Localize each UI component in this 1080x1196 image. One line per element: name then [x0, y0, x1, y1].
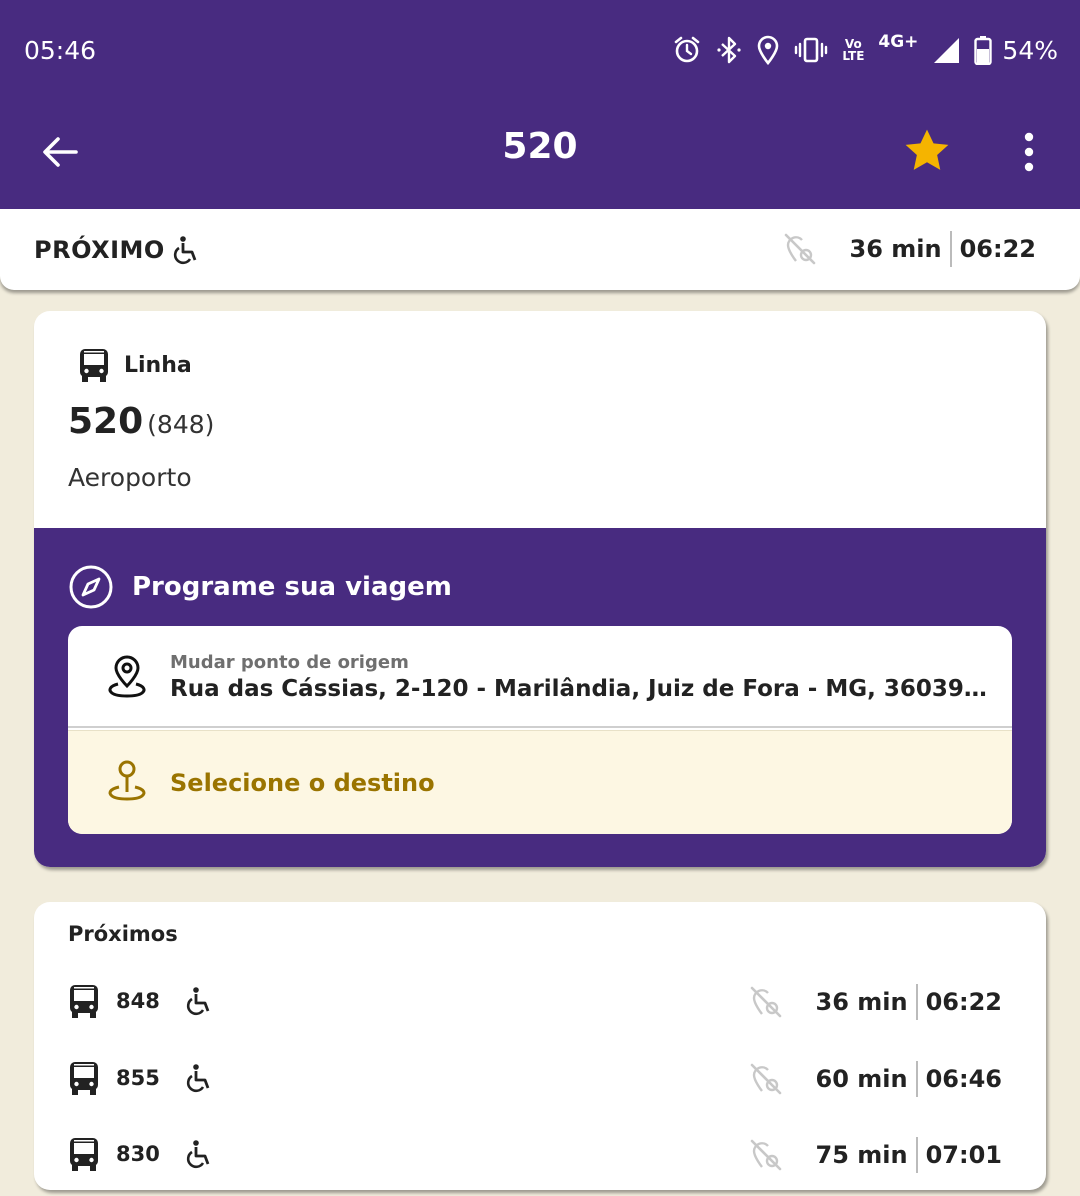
- line-card: Linha 520 (848) Aeroporto Programe sua vi…: [34, 311, 1046, 867]
- vehicle-number: 830: [116, 1142, 160, 1166]
- plan-trip-title: Programe sua viagem: [132, 572, 452, 602]
- app-bar: 520: [0, 100, 1080, 209]
- arrival-time: 06:46: [925, 1065, 1002, 1093]
- destination-prompt: Selecione o destino: [170, 769, 435, 797]
- divider: [915, 984, 918, 1020]
- arrival-time: 07:01: [925, 1141, 1002, 1169]
- more-vert-icon: [1024, 132, 1034, 172]
- next-arrival-strip[interactable]: PRÓXIMO 36 min 06:22: [0, 209, 1080, 290]
- origin-pin-icon: [108, 655, 146, 698]
- no-realtime-icon: [750, 1139, 781, 1171]
- no-realtime-icon: [750, 986, 781, 1018]
- divider: [949, 231, 952, 267]
- upcoming-title: Próximos: [68, 922, 178, 946]
- divider: [915, 1061, 918, 1097]
- status-bar: 05:46 Vo LTE 4G+ 54%: [0, 0, 1080, 100]
- arrival-info: 36 min 06:22: [748, 982, 1002, 1022]
- wheelchair-icon: [186, 987, 210, 1016]
- upcoming-row[interactable]: 855 60 min 06:46: [68, 1057, 1012, 1101]
- bus-icon: [70, 985, 98, 1018]
- destination-selector[interactable]: Selecione o destino: [68, 730, 1012, 834]
- more-menu-button[interactable]: [1008, 126, 1050, 178]
- line-label: Linha: [124, 352, 192, 378]
- upcoming-row[interactable]: 830 75 min 07:01: [68, 1133, 1012, 1177]
- compass-icon: [69, 565, 113, 609]
- upcoming-card: Próximos 848 36 min 06:22 855 60 min 06:…: [34, 902, 1046, 1190]
- vibrate-icon: [795, 37, 828, 63]
- alarm-icon: [675, 36, 700, 63]
- arrival-info: 75 min 07:01: [748, 1135, 1002, 1175]
- volte-icon: Vo LTE: [842, 37, 865, 63]
- upcoming-row[interactable]: 848 36 min 06:22: [68, 980, 1012, 1024]
- status-icons: Vo LTE 4G+ 54%: [672, 28, 1058, 72]
- origin-hint: Mudar ponto de origem: [170, 652, 409, 673]
- line-destination: Aeroporto: [68, 463, 192, 492]
- plan-trip-box: Mudar ponto de origem Rua das Cássias, 2…: [68, 626, 1012, 834]
- status-time: 05:46: [24, 36, 97, 65]
- network-type: 4G+: [878, 32, 919, 52]
- arrival-minutes: 75 min: [815, 1141, 908, 1169]
- wheelchair-icon: [186, 1140, 210, 1169]
- battery-icon: [974, 36, 993, 65]
- divider: [915, 1137, 918, 1173]
- vehicle-number: 855: [116, 1066, 160, 1090]
- bluetooth-icon: [717, 36, 741, 64]
- line-header: Linha: [78, 347, 192, 383]
- next-time: 06:22: [959, 235, 1036, 263]
- vehicle-number: 848: [116, 989, 160, 1013]
- plan-trip-section: Programe sua viagem Mudar ponto de orige…: [34, 528, 1046, 867]
- next-label: PRÓXIMO: [34, 235, 201, 265]
- star-icon: [905, 129, 949, 170]
- wheelchair-icon: [173, 236, 197, 265]
- location-icon: [758, 35, 779, 65]
- battery-percent: 54%: [1002, 35, 1058, 65]
- arrival-info: 60 min 06:46: [748, 1059, 1002, 1099]
- bus-icon: [70, 1062, 98, 1095]
- favorite-button[interactable]: [900, 124, 954, 178]
- next-arrival-info: 36 min 06:22: [782, 229, 1036, 269]
- destination-pin-icon: [108, 760, 146, 801]
- wheelchair-icon: [186, 1064, 210, 1093]
- bus-icon: [80, 349, 108, 382]
- signal-icon: [934, 38, 960, 63]
- origin-address: Rua das Cássias, 2-120 - Marilândia, Jui…: [170, 676, 990, 702]
- arrival-minutes: 60 min: [815, 1065, 908, 1093]
- line-number-block: 520 (848): [68, 401, 214, 442]
- origin-selector[interactable]: Mudar ponto de origem Rua das Cássias, 2…: [68, 626, 1012, 728]
- line-number: 520: [68, 401, 144, 442]
- bus-icon: [70, 1138, 98, 1171]
- no-realtime-icon: [750, 1063, 781, 1095]
- no-realtime-icon: [784, 233, 815, 265]
- next-minutes: 36 min: [849, 235, 942, 263]
- line-alt-number: (848): [147, 410, 215, 439]
- arrival-time: 06:22: [925, 988, 1002, 1016]
- arrival-minutes: 36 min: [815, 988, 908, 1016]
